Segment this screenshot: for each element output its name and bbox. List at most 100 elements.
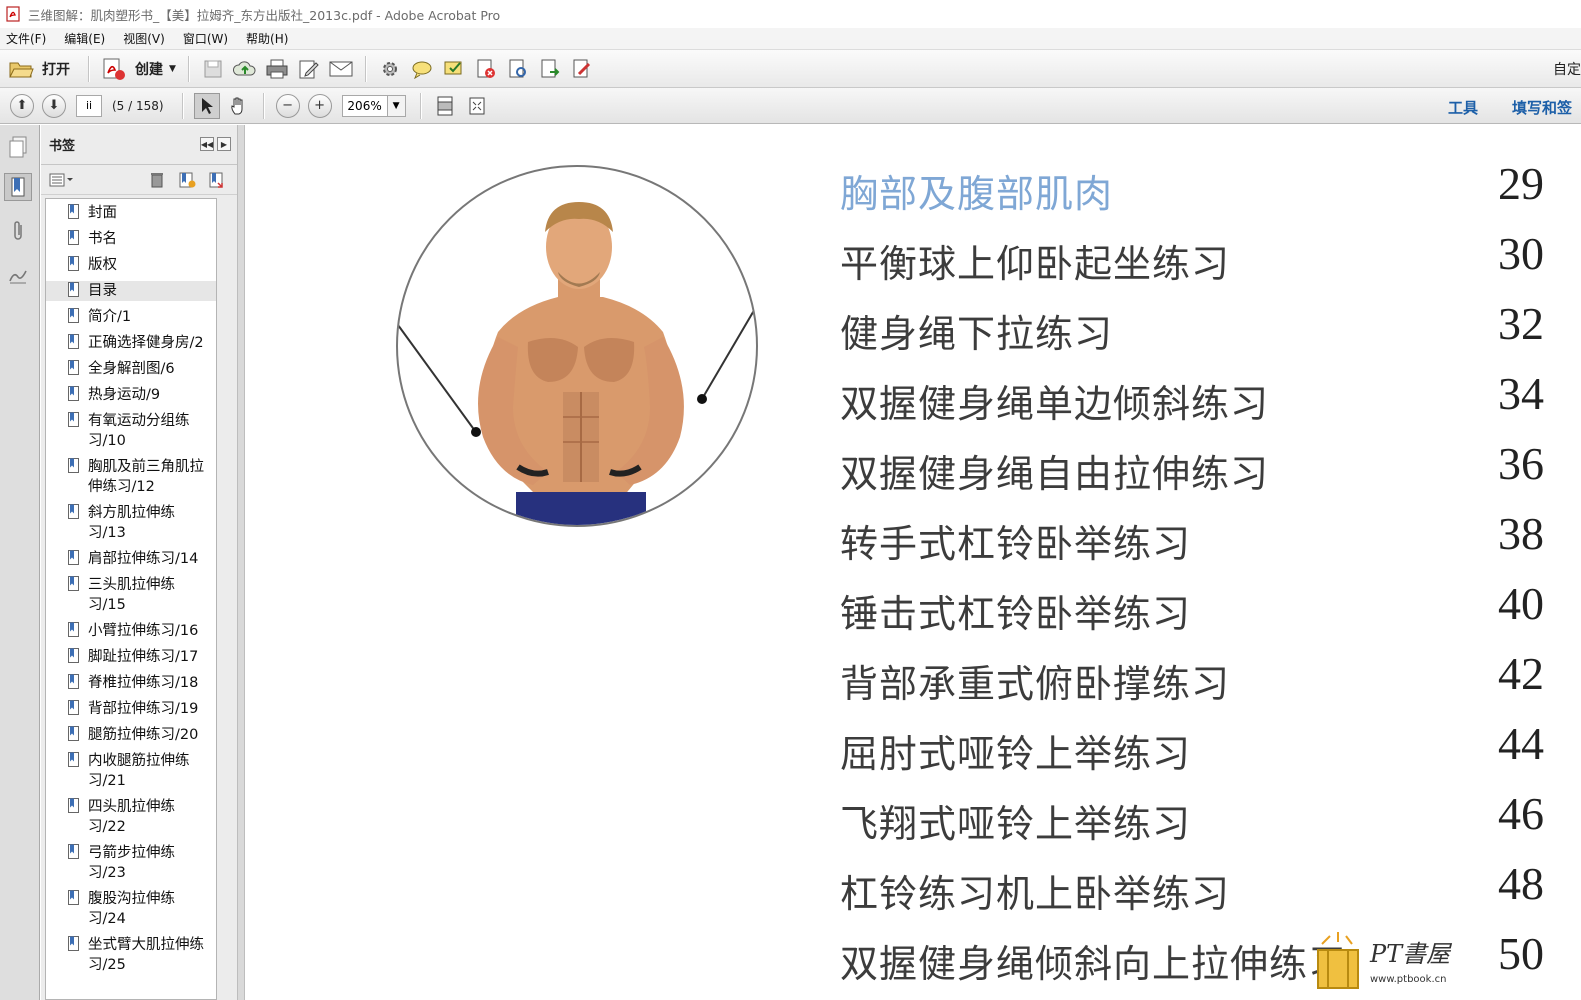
toc-entry-title[interactable]: 健身绳下拉练习 <box>840 303 1113 358</box>
navigation-pane-strip <box>0 125 40 1000</box>
upload-cloud-icon[interactable] <box>232 56 258 82</box>
bookmark-item[interactable]: 脚趾拉伸练习/17 <box>46 647 216 667</box>
highlight-icon[interactable] <box>441 56 467 82</box>
bookmarks-icon[interactable] <box>4 173 32 201</box>
panel-splitter[interactable] <box>237 125 245 1000</box>
new-bookmark-icon[interactable] <box>174 167 200 193</box>
toc-entry-title[interactable]: 双握健身绳倾斜向上拉伸练习 <box>840 933 1347 988</box>
bookmark-item[interactable]: 脊椎拉伸练习/18 <box>46 673 216 693</box>
hand-tool-icon[interactable] <box>226 93 252 119</box>
zoom-in-button[interactable]: + <box>307 93 332 118</box>
customize-label[interactable]: 自定 <box>1553 59 1581 79</box>
select-tool-icon[interactable] <box>193 92 220 119</box>
bookmark-item[interactable]: 热身运动/9 <box>46 385 216 405</box>
bookmark-label: 正确选择健身房/2 <box>88 335 204 351</box>
bookmark-item[interactable]: 全身解剖图/6 <box>46 359 216 379</box>
bookmarks-toolbar <box>41 165 237 195</box>
bookmarks-title: 书签 <box>49 139 76 154</box>
toc-page-number: 44 <box>1498 718 1544 769</box>
bookmark-icon <box>68 308 79 323</box>
fit-page-icon[interactable] <box>432 93 458 119</box>
delete-bookmark-icon[interactable] <box>144 167 170 193</box>
toc-entry-title[interactable]: 背部承重式俯卧撑练习 <box>840 653 1230 708</box>
edit-document-icon[interactable] <box>296 56 322 82</box>
tools-link[interactable]: 工具 <box>1448 97 1478 118</box>
bookmark-icon <box>68 844 79 859</box>
toc-entry-title[interactable]: 锤击式杠铃卧举练习 <box>840 583 1191 638</box>
settings-gear-icon[interactable] <box>377 56 403 82</box>
zoom-dropdown-button[interactable]: ▼ <box>387 94 406 117</box>
save-icon[interactable] <box>200 56 226 82</box>
toc-entry-title[interactable]: 平衡球上仰卧起坐练习 <box>840 233 1230 288</box>
toc-entry-title[interactable]: 飞翔式哑铃上举练习 <box>840 793 1191 848</box>
bookmark-icon <box>68 700 79 715</box>
attachments-paperclip-icon[interactable] <box>4 217 32 245</box>
comment-icon[interactable] <box>409 56 435 82</box>
collapse-panel-button[interactable]: ◀◀ <box>200 137 214 151</box>
export-page-icon[interactable] <box>537 56 563 82</box>
bookmark-item[interactable]: 腿筋拉伸练习/20 <box>46 725 216 745</box>
bookmark-item[interactable]: 背部拉伸练习/19 <box>46 699 216 719</box>
bookmark-icon <box>68 798 79 813</box>
expand-bookmark-icon[interactable] <box>204 167 230 193</box>
bookmark-item[interactable]: 腹股沟拉伸练习/24 <box>46 889 216 929</box>
bookmark-icon <box>68 550 79 565</box>
menu-view[interactable]: 视图(V) <box>121 30 167 47</box>
toc-entry-title[interactable]: 双握健身绳自由拉伸练习 <box>840 443 1269 498</box>
bookmark-item[interactable]: 小臂拉伸练习/16 <box>46 621 216 641</box>
ptbook-watermark-logo: PT書屋 www.ptbook.cn <box>1317 932 1452 989</box>
next-page-button[interactable]: ⬇ <box>42 93 66 118</box>
previous-page-button[interactable]: ⬆ <box>10 93 34 118</box>
panel-options-button[interactable]: ▶ <box>217 137 231 151</box>
delete-page-icon[interactable] <box>473 56 499 82</box>
bookmark-label: 肩部拉伸练习/14 <box>88 551 199 567</box>
find-page-icon[interactable] <box>505 56 531 82</box>
signatures-icon[interactable] <box>4 261 32 289</box>
toc-section-header[interactable]: 胸部及腹部肌肉 <box>840 163 1113 218</box>
bookmark-icon <box>68 890 79 905</box>
toc-entry-title[interactable]: 转手式杠铃卧举练习 <box>840 513 1191 568</box>
bookmark-item[interactable]: 胸肌及前三角肌拉伸练习/12 <box>46 457 216 497</box>
fill-and-sign-link[interactable]: 填写和签 <box>1512 97 1572 118</box>
create-button[interactable]: 创建 ▼ <box>97 54 180 84</box>
toolbar-separator <box>262 92 264 119</box>
bookmark-item[interactable]: 斜方肌拉伸练习/13 <box>46 503 216 543</box>
toc-page-number: 36 <box>1498 438 1544 489</box>
bookmark-item[interactable]: 有氧运动分组练习/10 <box>46 411 216 451</box>
bookmark-item[interactable]: 坐式臂大肌拉伸练习/25 <box>46 935 216 975</box>
bookmark-icon <box>68 386 79 401</box>
bookmark-item[interactable]: 封面 <box>46 203 216 223</box>
toc-entry-title[interactable]: 双握健身绳单边倾斜练习 <box>840 373 1269 428</box>
bookmark-item[interactable]: 目录 <box>46 281 216 301</box>
bookmark-item[interactable]: 内收腿筋拉伸练习/21 <box>46 751 216 791</box>
full-screen-icon[interactable] <box>464 93 490 119</box>
toc-entry-title[interactable]: 杠铃练习机上卧举练习 <box>840 863 1230 918</box>
print-icon[interactable] <box>264 56 290 82</box>
toc-page-number: 30 <box>1498 228 1544 279</box>
toc-entry-title[interactable]: 屈肘式哑铃上举练习 <box>840 723 1191 778</box>
page-number-input[interactable]: ii <box>76 94 102 117</box>
bookmark-item[interactable]: 版权 <box>46 255 216 275</box>
menu-window[interactable]: 窗口(W) <box>181 30 230 47</box>
acrobat-icon <box>6 6 20 22</box>
bookmark-item[interactable]: 正确选择健身房/2 <box>46 333 216 353</box>
bookmark-item[interactable]: 弓箭步拉伸练习/23 <box>46 843 216 883</box>
menu-help[interactable]: 帮助(H) <box>244 30 290 47</box>
zoom-input[interactable]: 206% <box>341 94 388 117</box>
bookmarks-list[interactable]: 封面书名版权目录简介/1 正确选择健身房/2 全身解剖图/6 热身运动/9 有氧运动分组… <box>45 198 217 1000</box>
main-toolbar: 打开 创建 ▼ 自定 <box>0 50 1581 88</box>
bookmark-item[interactable]: 三头肌拉伸练习/15 <box>46 575 216 615</box>
bookmark-item[interactable]: 四头肌拉伸练习/22 <box>46 797 216 837</box>
bookmark-item[interactable]: 肩部拉伸练习/14 <box>46 549 216 569</box>
email-icon[interactable] <box>328 56 354 82</box>
sign-document-icon[interactable] <box>569 56 595 82</box>
bookmark-icon <box>68 360 79 375</box>
menu-edit[interactable]: 编辑(E) <box>62 30 107 47</box>
bookmark-options-icon[interactable] <box>48 167 76 193</box>
zoom-out-button[interactable]: − <box>275 93 300 118</box>
menu-file[interactable]: 文件(F) <box>4 30 48 47</box>
open-button[interactable]: 打开 <box>4 54 74 84</box>
bookmark-item[interactable]: 简介/1 <box>46 307 216 327</box>
bookmark-item[interactable]: 书名 <box>46 229 216 249</box>
page-thumbnails-icon[interactable] <box>4 133 32 161</box>
